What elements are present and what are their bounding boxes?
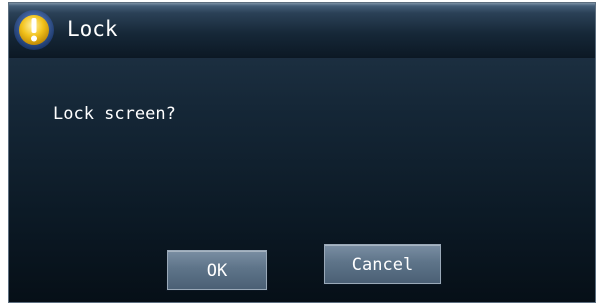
dialog-title: Lock [67, 17, 118, 41]
lock-dialog: Lock Lock screen? OK Cancel [8, 2, 596, 303]
ok-button[interactable]: OK [167, 250, 267, 290]
dialog-titlebar: Lock [9, 3, 595, 58]
cancel-button[interactable]: Cancel [324, 244, 441, 284]
dialog-message: Lock screen? [53, 104, 176, 124]
warning-icon [13, 9, 55, 51]
